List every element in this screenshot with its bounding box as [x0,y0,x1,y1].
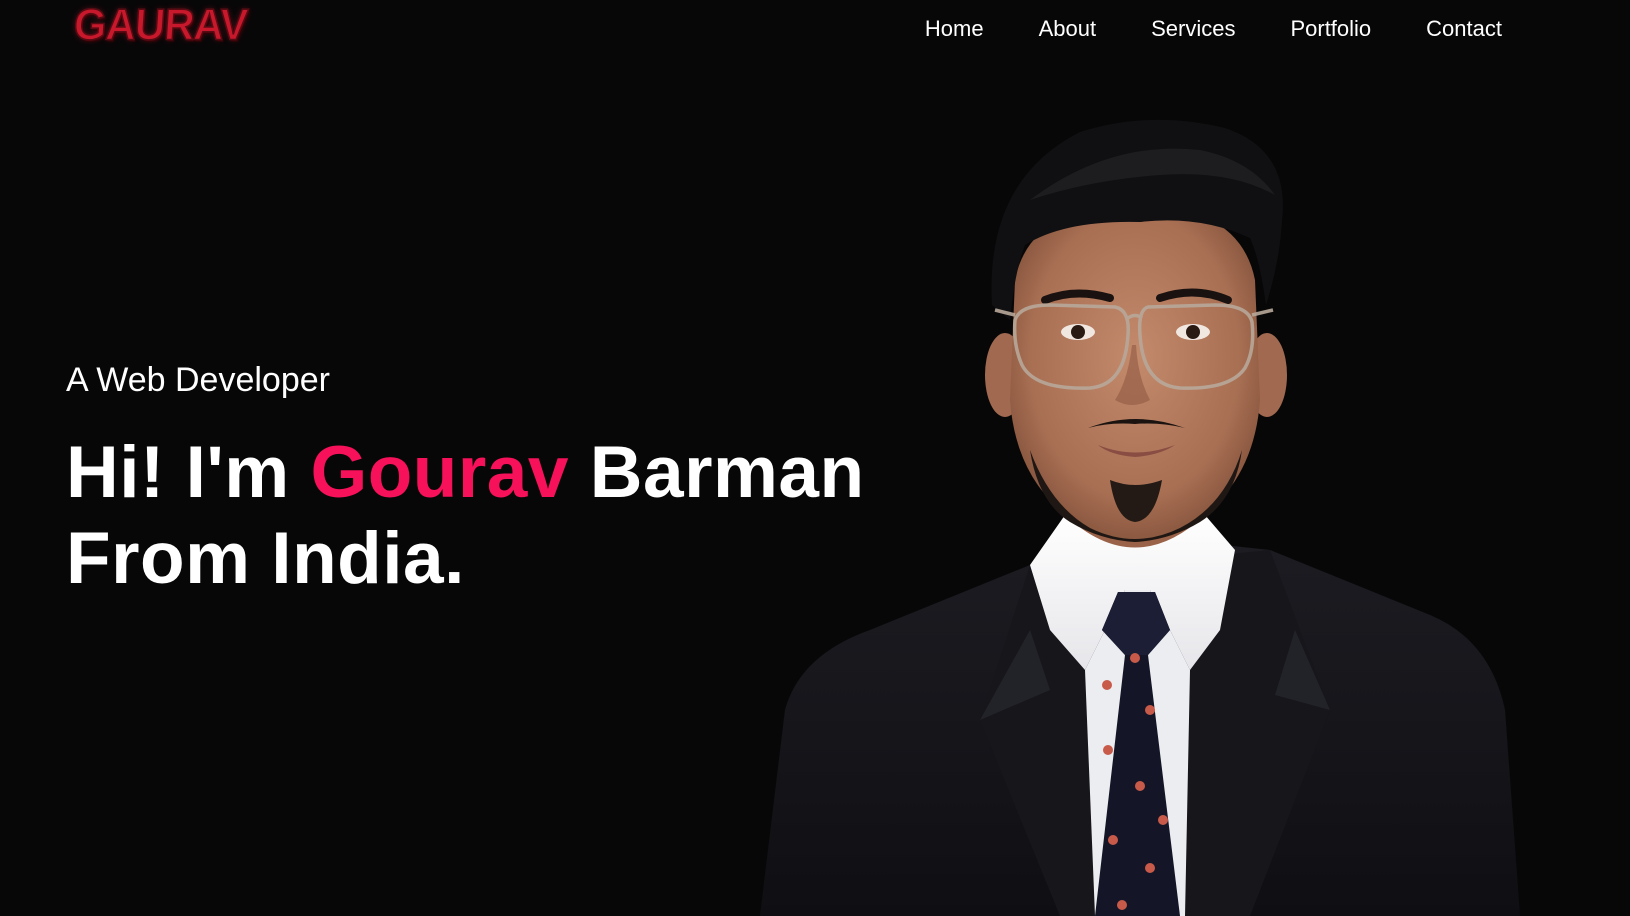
main-nav: Home About Services Portfolio Contact [925,14,1502,44]
nav-about-link[interactable]: About [1039,14,1097,44]
hero-origin-line: From India. [66,518,465,599]
hero-first-name: Gourav [310,432,570,513]
nav-services-link[interactable]: Services [1151,14,1235,44]
page: GAURAV Home About Services Portfolio Con… [0,0,1630,916]
nav-contact-link[interactable]: Contact [1426,14,1502,44]
site-header: GAURAV Home About Services Portfolio Con… [0,0,1630,60]
nav-portfolio-link[interactable]: Portfolio [1290,14,1371,44]
hero-greeting: Hi! I'm [66,432,311,513]
nav-home-link[interactable]: Home [925,14,984,44]
site-logo[interactable]: GAURAV [72,0,250,50]
person-portrait-photo [760,119,1520,916]
